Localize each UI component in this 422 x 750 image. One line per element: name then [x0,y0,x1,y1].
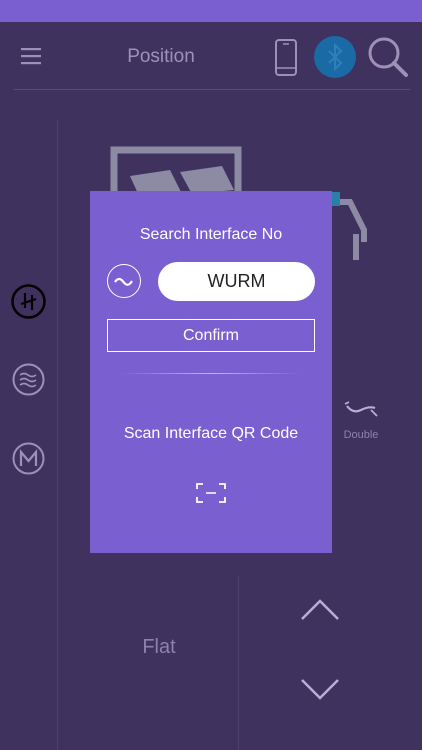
bluetooth-icon[interactable] [314,36,356,78]
mode-label: Double [343,429,379,441]
search-icon[interactable] [364,34,412,82]
header-divider [14,89,410,90]
scan-label: Scan Interface QR Code [123,425,299,442]
header: Position [0,22,422,90]
mode-double[interactable]: Double [336,398,386,441]
status-bar [0,0,422,22]
phone-icon[interactable] [272,38,300,78]
flat-button[interactable]: Flat [110,636,208,659]
confirm-button[interactable]: Confirm [107,319,315,352]
search-interface-dialog: Search Interface No Confirm Scan Interfa… [90,191,332,553]
wave-icon[interactable] [11,362,46,397]
dialog-title: Search Interface No [139,226,283,243]
control-divider [238,576,239,750]
dialog-separator [120,373,302,374]
m-icon[interactable] [11,441,46,476]
arrow-up-icon[interactable] [298,597,342,623]
arrow-down-icon[interactable] [298,676,342,702]
wave-toggle-icon[interactable] [107,264,141,298]
interface-code-input[interactable] [158,262,315,301]
double-mode-icon [344,401,378,417]
qr-scan-icon[interactable] [195,482,227,504]
sidebar-divider [57,120,58,750]
power-icon[interactable] [11,284,46,319]
